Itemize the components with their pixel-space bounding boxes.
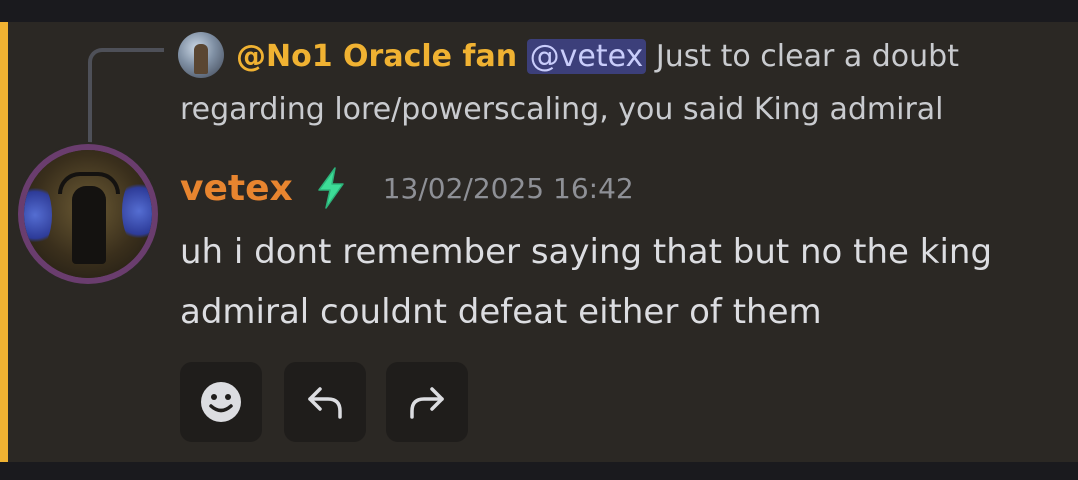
reply-mention[interactable]: @vetex (526, 39, 647, 74)
forward-button[interactable] (386, 362, 468, 442)
message-header: vetex 13/02/2025 16:42 (180, 164, 634, 212)
mention-highlight-bar (0, 22, 8, 462)
add-reaction-icon (201, 382, 241, 422)
message-content: uh i dont remember saying that but no th… (180, 232, 993, 332)
reply-button[interactable] (284, 362, 366, 442)
avatar-knight (72, 186, 106, 264)
reply-icon (308, 387, 342, 419)
message-timestamp[interactable]: 13/02/2025 16:42 (383, 172, 634, 205)
reply-author-name[interactable]: @No1 Oracle fan (236, 39, 517, 74)
reply-text-line2: regarding lore/powerscaling, you said Ki… (180, 92, 944, 127)
screenshot-frame: @No1 Oracle fan @vetex Just to clear a d… (0, 0, 1078, 480)
avatar-flame-right (122, 176, 152, 246)
reply-preview[interactable]: @No1 Oracle fan @vetex Just to clear a d… (180, 30, 1060, 136)
add-reaction-button[interactable] (180, 362, 262, 442)
reply-text-line1: Just to clear a doubt (646, 39, 959, 74)
chat-message[interactable]: @No1 Oracle fan @vetex Just to clear a d… (0, 22, 1078, 462)
author-avatar[interactable] (24, 150, 152, 278)
author-name[interactable]: vetex (180, 168, 293, 209)
avatar-flame-left (24, 180, 52, 250)
forward-icon (410, 387, 444, 419)
lightning-bolt-icon[interactable] (311, 166, 351, 210)
